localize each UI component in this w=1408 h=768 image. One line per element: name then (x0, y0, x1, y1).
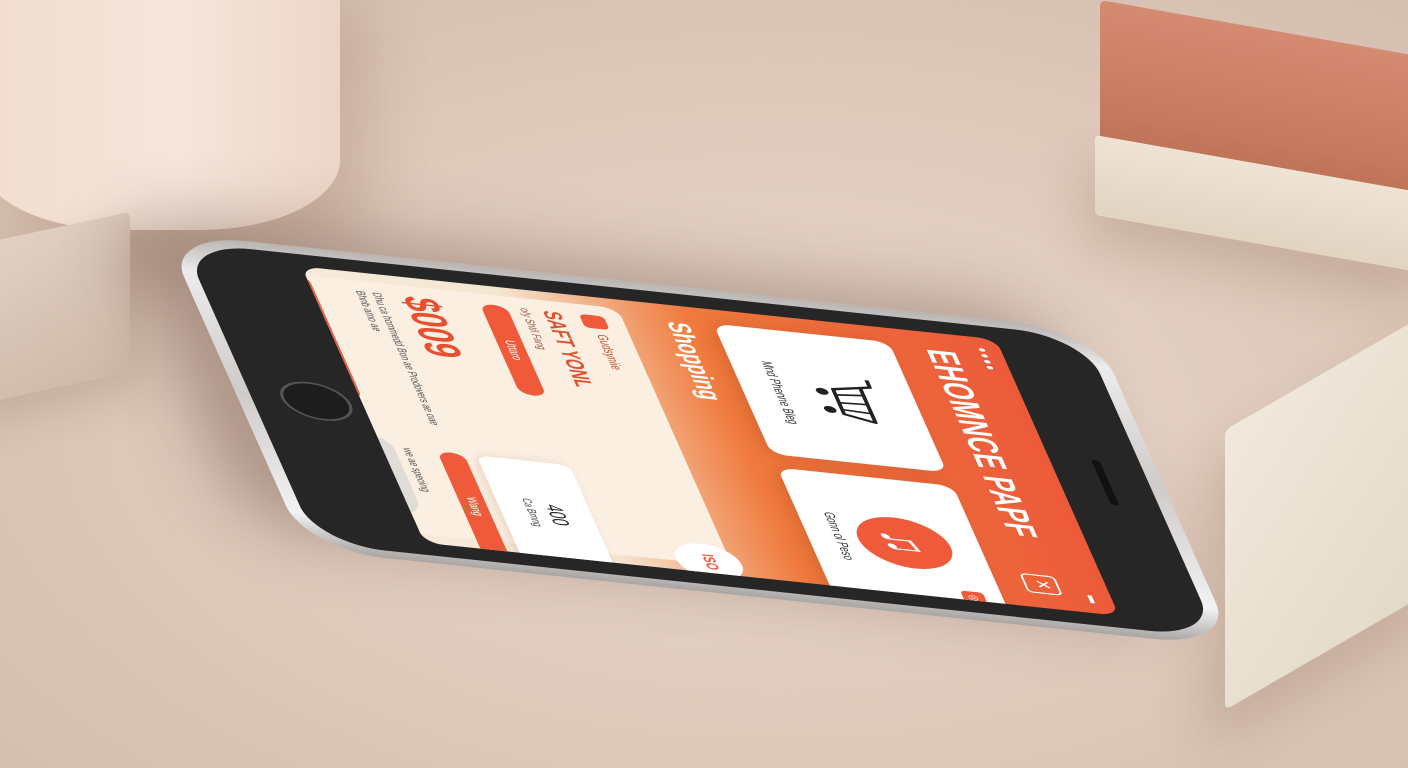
battery-icon: ▬ (1084, 594, 1105, 605)
promo-panel: Gudsyniie SAFT YONL o/y Shtil Fang Uttar… (301, 273, 751, 584)
tag-icon (578, 313, 610, 331)
chip-label: Gudsyniie (593, 333, 626, 371)
music-note-icon: ♫ (846, 512, 963, 574)
phone-speaker (1090, 459, 1120, 506)
phone-bezel: ●●●● ▬ EHOMNCE PAPF ✕ Mnd Phenne Bleg ♫ … (182, 241, 1218, 639)
background-cup (0, 0, 340, 230)
promo-button[interactable]: Uttaro (479, 303, 547, 397)
phone-body: ●●●● ▬ EHOMNCE PAPF ✕ Mnd Phenne Bleg ♫ … (164, 232, 1236, 648)
shopping-cart-icon (815, 380, 878, 424)
stat-card[interactable]: 400 Ca Bmng (476, 455, 618, 573)
phone-screen: ●●●● ▬ EHOMNCE PAPF ✕ Mnd Phenne Bleg ♫ … (301, 266, 1120, 616)
card-label: Mnd Phenne Bleg (758, 360, 803, 426)
background-book-left (0, 211, 130, 409)
shopping-cart-card[interactable]: Mnd Phenne Bleg (713, 323, 947, 473)
close-icon[interactable]: ✕ (1019, 572, 1063, 596)
music-card[interactable]: ♫ ◎ Gonn ol Peso (777, 467, 1011, 616)
signal-icon: ●●●● (973, 346, 1001, 373)
round-chip[interactable]: ISO (667, 540, 751, 584)
badge-icon: ◎ (960, 590, 989, 606)
background-block-right (1225, 302, 1408, 710)
home-button[interactable] (272, 378, 360, 425)
